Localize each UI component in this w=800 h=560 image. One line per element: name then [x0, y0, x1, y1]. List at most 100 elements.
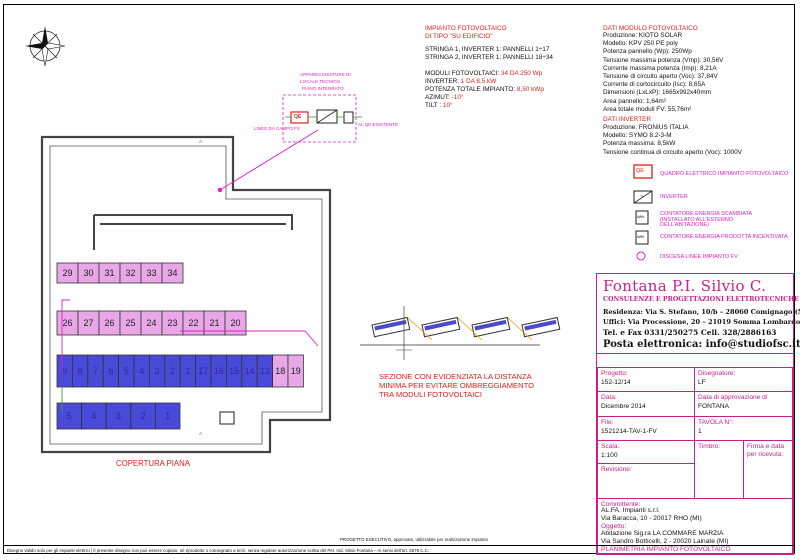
cell-data: Data: Dicembre 2014 — [597, 391, 695, 417]
inverter-line: Potenza massima: 8,5kW — [603, 140, 676, 148]
plant-title-1: IMPIANTO FOTOVOLTAICO — [425, 25, 507, 32]
firm-name: Fontana P.I. Silvio C. — [603, 277, 767, 295]
legend-meter-production-label: CONTATORE ENERGIA PRODOTTA INCENTIVATA — [660, 234, 788, 240]
firm-email: Posta elettronica: info@studiofsc.it — [603, 339, 800, 350]
legend-qe-label: QUADRO ELETTRICO IMPIANTO FOTOVOLTAICO — [660, 171, 789, 177]
module-line: Tensione massima potenza (Vmp): 30,56V — [603, 56, 724, 64]
cell-approvazione: Data di approvazione di FONTANA — [694, 391, 793, 417]
section-marker-bottom: A — [199, 432, 203, 437]
pv-module-label: 13 — [260, 366, 270, 376]
pv-module-label: 15 — [229, 366, 239, 376]
module-line: Area totale moduli FV: 55,76m² — [603, 105, 692, 113]
pv-module-label: 1 — [185, 366, 190, 376]
inverter-line: Tensione continua di circuito aperto (Vo… — [603, 148, 742, 156]
pv-module-label: 5 — [124, 366, 129, 376]
cell-timbro: Timbro: — [694, 440, 744, 499]
detail-qe-symbol: QE — [294, 114, 302, 120]
detail-label-top1: APPARECCHIATURE DI — [300, 72, 351, 77]
module-line: Dimensioni (LxLxP): 1665x992x40mm — [603, 89, 711, 97]
section-caption-3: TRA MODULI FOTOVOLTAICI — [379, 390, 482, 399]
section-marker-top: A — [199, 140, 203, 145]
pv-module-label: 2 — [170, 366, 175, 376]
cell-firma: Firma e data per ricevuta: — [743, 440, 793, 499]
pv-module-label: 22 — [188, 318, 198, 328]
firm-phone: Tel. e Fax 0331/250275 Cell. 328/2886163 — [603, 328, 777, 337]
roof-label: COPERTURA PIANA — [116, 459, 190, 468]
pv-module-label: 20 — [230, 318, 240, 328]
pv-module-label: 29 — [62, 268, 72, 278]
legend-inverter-label: INVERTER — [660, 194, 688, 200]
pv-module-array: 29 30 31 32 33 3426 27 26 25 24 23 22 21 209 8 7 6 5 4 3 2 1 1… — [56, 262, 304, 430]
cell-progetto: Progetto: 152-12/14 — [597, 367, 695, 392]
roof-hatch — [219, 411, 235, 425]
modules-row: MODULI FOTOVOLTAICI: 34 DA 250 Wp — [425, 70, 543, 77]
inverter-data-title: DATI INVERTER — [603, 116, 652, 123]
cell-scala: Scala: 1:100 — [597, 440, 695, 464]
module-line: Potenza pannello (Wp): 250Wp — [603, 48, 692, 56]
legend-cable-drop-icon — [636, 251, 646, 261]
detail-label-right: AL QE ESISTENTE — [358, 122, 399, 127]
pv-module-label: 30 — [83, 268, 93, 278]
pv-module-label: 33 — [146, 268, 156, 278]
pv-module-label: 3 — [155, 366, 160, 376]
detail-label-top3: PIANO INTERRATO — [302, 86, 344, 91]
meter-icon — [343, 111, 354, 124]
string-2: STRINGA 2, INVERTER 1: PANNELLI 18÷34 — [425, 54, 553, 61]
pv-module-label: 14 — [244, 366, 254, 376]
pv-module-label: 24 — [146, 318, 156, 328]
cell-revisione: Revisione: — [597, 463, 695, 499]
inverter-line: Produzione: FRONIUS ITALIA — [603, 124, 689, 131]
firm-subtitle: CONSULENZE E PROGETTAZIONI ELETTROTECNIC… — [603, 296, 799, 303]
pv-module-label: 21 — [209, 318, 219, 328]
section-caption-1: SEZIONE CON EVIDENZIATA LA DISTANZA — [379, 372, 532, 381]
pv-module-label: 34 — [167, 268, 177, 278]
module-line: Corrente massima potenza (Imp): 8,21A — [603, 64, 717, 72]
cell-file: File: 1521214-TAV-1-FV — [597, 416, 695, 441]
pv-module-label: 4 — [91, 411, 96, 421]
pv-module-label: 17 — [198, 366, 208, 376]
pv-module-label: 19 — [291, 366, 301, 376]
inverter-line: Modello: SYMO 8.2-3-M — [603, 132, 672, 140]
inverter-icon — [316, 109, 338, 124]
detail-label-left: LINEE DA CAMPO FV — [254, 126, 300, 131]
pv-module-label: 16 — [214, 366, 224, 376]
cable-drop-icon — [217, 187, 223, 193]
pv-module-label: 8 — [78, 366, 83, 376]
pv-module-label: 26 — [104, 318, 114, 328]
legend-meter-production-symbol: kWh — [637, 235, 645, 239]
footer-stamp: PROGETTO ESECUTIVO, approvato, utilizzab… — [340, 537, 489, 542]
title-block: Fontana P.I. Silvio C. CONSULENZE E PROG… — [596, 273, 800, 555]
string-1: STRINGA 1, INVERTER 1: PANNELLI 1÷17 — [425, 46, 550, 53]
pv-module-label: 25 — [125, 318, 135, 328]
power-row: POTENZA TOTALE IMPIANTO: 8,50 kWp — [425, 86, 544, 93]
north-compass-icon — [25, 26, 66, 67]
pv-module-label: 5 — [67, 411, 72, 421]
pv-module-label: 23 — [167, 318, 177, 328]
azimut-row: AZIMUT: -10° — [425, 94, 464, 101]
module-line: Produzione: KIOTO SOLAR — [603, 32, 683, 39]
pv-module-label: 4 — [139, 366, 144, 376]
legend-inverter-symbol: ~ — [640, 194, 644, 200]
pv-module-label: 9 — [62, 366, 67, 376]
legend-meter-exchange-label: CONTATORE ENERGIA SCAMBIATA (INSTALLATO … — [660, 211, 752, 228]
firm-address-2: Uffici: Via Processione, 20 – 21019 Somm… — [603, 318, 800, 326]
legend-meter-exchange-symbol: kWh — [637, 215, 645, 219]
module-line: Tensione di circuito aperto (Voc): 37,84… — [603, 73, 718, 80]
internal-wall — [93, 214, 293, 250]
detail-label-top2: LOCALE TECNICO — [300, 79, 340, 84]
pv-module-label: 26 — [62, 318, 72, 328]
pv-module-label: 1 — [165, 411, 170, 421]
pv-module-label: 18 — [275, 366, 285, 376]
pv-module-label: 6 — [108, 366, 113, 376]
footer-disclaimer: Disegno valido solo per gli impianti ele… — [4, 545, 794, 554]
module-line: Corrente di cortocircuito (Isc): 8,65A — [603, 81, 706, 89]
cell-disegnatore: Disegnatore: LF — [694, 367, 793, 392]
pv-module-label: 3 — [116, 411, 121, 421]
pv-module-label: 27 — [83, 318, 93, 328]
plant-title-2: DI TIPO "SU EDIFICIO" — [425, 33, 493, 40]
firm-address-1: Residenza: Via S. Stefano, 10/b – 28060 … — [603, 308, 800, 316]
inverter-row: INVERTER: 1 DA 8,5 kW — [425, 78, 497, 85]
pv-module-label: 32 — [125, 268, 135, 278]
legend-cable-label: DISCESA LINEE IMPIANTO FV — [660, 254, 738, 260]
cell-tavola: TAVOLA N°: 1 — [694, 416, 793, 441]
